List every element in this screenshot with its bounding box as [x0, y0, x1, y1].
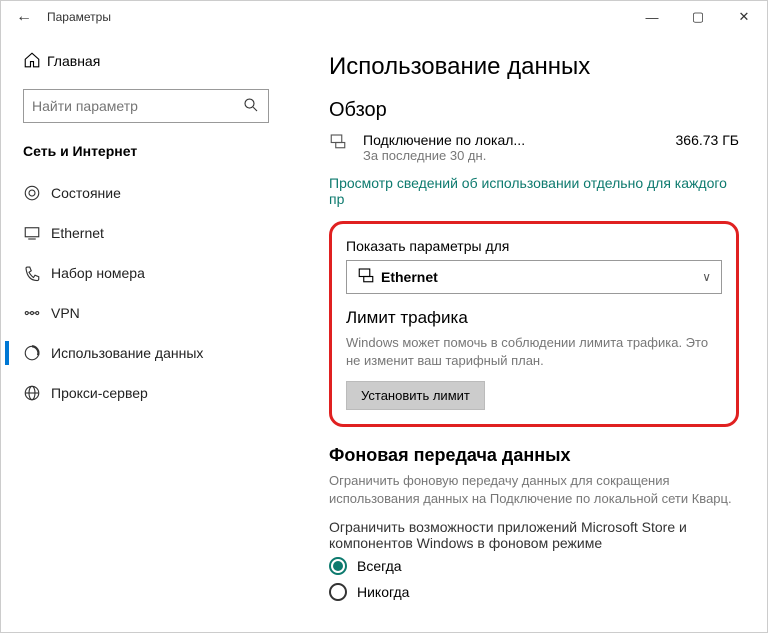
connection-period: За последние 30 дн.: [363, 148, 676, 163]
sidebar-item-label: Набор номера: [51, 265, 145, 281]
sidebar-item-label: Прокси-сервер: [51, 385, 148, 401]
radio-label: Всегда: [357, 558, 402, 574]
content-area: Использование данных Обзор Подключение п…: [301, 33, 767, 632]
sidebar-item-label: VPN: [51, 305, 80, 321]
show-settings-for-label: Показать параметры для: [346, 238, 722, 254]
sidebar-item-label: Ethernet: [51, 225, 104, 241]
dialup-icon: [23, 264, 51, 282]
per-app-usage-link[interactable]: Просмотр сведений об использовании отдел…: [329, 175, 739, 207]
ethernet-icon: [23, 224, 51, 242]
ethernet-icon: [357, 266, 381, 289]
chevron-down-icon: ∨: [702, 270, 711, 284]
radio-label: Никогда: [357, 584, 409, 600]
sidebar: Главная Сеть и Интернет Состояние Ether: [1, 33, 301, 632]
window-title: Параметры: [47, 10, 629, 24]
home-link[interactable]: Главная: [5, 41, 301, 81]
radio-always[interactable]: Всегда: [329, 557, 739, 575]
network-dropdown[interactable]: Ethernet ∨: [346, 260, 722, 294]
overview-row: Подключение по локал... За последние 30 …: [329, 132, 739, 163]
minimize-button[interactable]: —: [629, 1, 675, 33]
sidebar-item-proxy[interactable]: Прокси-сервер: [5, 373, 301, 413]
connection-icon: [329, 132, 363, 155]
set-limit-button[interactable]: Установить лимит: [346, 381, 485, 410]
search-icon: [242, 96, 260, 117]
close-button[interactable]: ✕: [721, 1, 767, 33]
back-button[interactable]: ←: [1, 8, 47, 26]
data-usage-icon: [23, 344, 51, 362]
radio-never[interactable]: Никогда: [329, 583, 739, 601]
vpn-icon: [23, 304, 51, 322]
restrict-radio-group: Всегда Никогда: [329, 557, 739, 601]
proxy-icon: [23, 384, 51, 402]
sidebar-item-data-usage[interactable]: Использование данных: [5, 333, 301, 373]
home-label: Главная: [47, 53, 100, 69]
restrict-label: Ограничить возможности приложений Micros…: [329, 519, 739, 551]
connection-name: Подключение по локал...: [363, 132, 676, 148]
overview-heading: Обзор: [329, 99, 739, 122]
background-data-heading: Фоновая передача данных: [329, 445, 739, 466]
sidebar-category: Сеть и Интернет: [5, 135, 301, 173]
data-limit-heading: Лимит трафика: [346, 308, 722, 328]
sidebar-item-vpn[interactable]: VPN: [5, 293, 301, 333]
page-title: Использование данных: [329, 53, 739, 81]
radio-circle-icon: [329, 583, 347, 601]
radio-circle-icon: [329, 557, 347, 575]
background-data-desc: Ограничить фоновую передачу данных для с…: [329, 472, 739, 507]
search-input[interactable]: [32, 98, 242, 114]
dropdown-value: Ethernet: [381, 269, 702, 285]
maximize-button[interactable]: ▢: [675, 1, 721, 33]
sidebar-item-status[interactable]: Состояние: [5, 173, 301, 213]
home-icon: [23, 51, 47, 72]
sidebar-item-ethernet[interactable]: Ethernet: [5, 213, 301, 253]
highlight-box: Показать параметры для Ethernet ∨ Лимит …: [329, 221, 739, 427]
sidebar-item-label: Использование данных: [51, 345, 203, 361]
data-limit-desc: Windows может помочь в соблюдении лимита…: [346, 334, 722, 369]
status-icon: [23, 184, 51, 202]
titlebar: ← Параметры — ▢ ✕: [1, 1, 767, 33]
sidebar-item-label: Состояние: [51, 185, 121, 201]
search-box[interactable]: [23, 89, 269, 123]
sidebar-item-dialup[interactable]: Набор номера: [5, 253, 301, 293]
data-amount: 366.73 ГБ: [676, 132, 739, 148]
